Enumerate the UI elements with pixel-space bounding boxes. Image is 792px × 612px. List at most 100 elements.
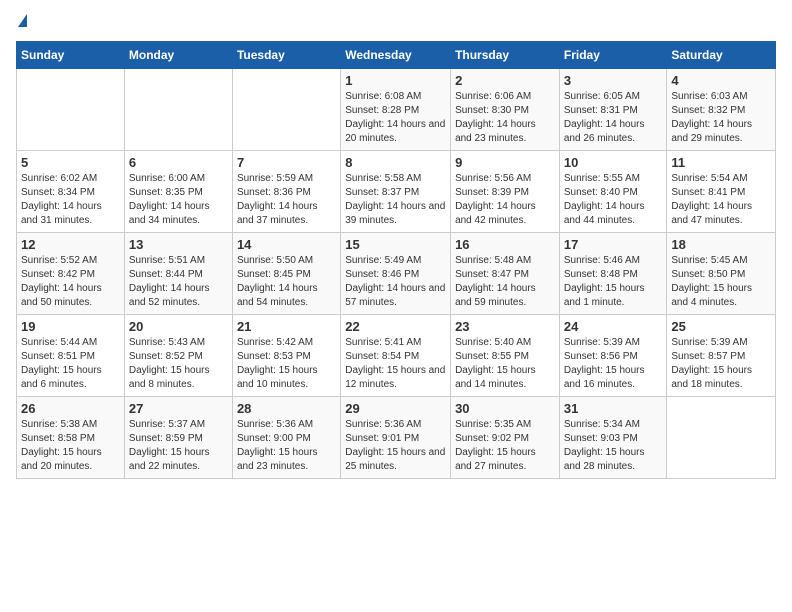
day-number: 26 [21,401,120,416]
calendar-day-cell: 21 Sunrise: 5:42 AM Sunset: 8:53 PM Dayli… [232,315,340,397]
calendar-day-cell: 13 Sunrise: 5:51 AM Sunset: 8:44 PM Dayli… [124,233,232,315]
day-number: 30 [455,401,555,416]
calendar-day-cell [667,397,776,479]
calendar-day-cell [17,69,125,151]
calendar-day-cell: 31 Sunrise: 5:34 AM Sunset: 9:03 PM Dayli… [559,397,667,479]
calendar-day-cell [124,69,232,151]
calendar-day-cell: 10 Sunrise: 5:55 AM Sunset: 8:40 PM Dayli… [559,151,667,233]
calendar-day-cell: 11 Sunrise: 5:54 AM Sunset: 8:41 PM Dayli… [667,151,776,233]
day-info: Sunrise: 6:06 AM Sunset: 8:30 PM Dayligh… [455,90,555,146]
day-number: 8 [345,155,446,170]
calendar-day-cell: 30Sunrise: 5:35 AM Sunset: 9:02 PM Dayli… [451,397,560,479]
day-info: Sunrise: 5:40 AM Sunset: 8:55 PM Dayligh… [455,336,555,392]
day-number: 21 [237,319,336,334]
calendar-day-cell: 28 Sunrise: 5:36 AM Sunset: 9:00 PM Dayli… [232,397,340,479]
day-info: Sunrise: 5:41 AM Sunset: 8:54 PM Dayligh… [345,336,446,392]
day-info: Sunrise: 5:58 AM Sunset: 8:37 PM Dayligh… [345,172,446,228]
day-number: 6 [129,155,228,170]
weekday-header-thursday: Thursday [451,42,560,69]
calendar-day-cell: 24 Sunrise: 5:39 AM Sunset: 8:56 PM Dayli… [559,315,667,397]
day-info: Sunrise: 5:39 AM Sunset: 8:56 PM Dayligh… [564,336,663,392]
calendar-day-cell: 12 Sunrise: 5:52 AM Sunset: 8:42 PM Dayli… [17,233,125,315]
day-number: 14 [237,237,336,252]
day-info: Sunrise: 5:50 AM Sunset: 8:45 PM Dayligh… [237,254,336,310]
day-number: 12 [21,237,120,252]
day-number: 17 [564,237,663,252]
day-info: Sunrise: 5:51 AM Sunset: 8:44 PM Dayligh… [129,254,228,310]
calendar-week-row: 1 Sunrise: 6:08 AM Sunset: 8:28 PM Daylig… [17,69,776,151]
calendar-day-cell: 14 Sunrise: 5:50 AM Sunset: 8:45 PM Dayli… [232,233,340,315]
weekday-header-wednesday: Wednesday [341,42,451,69]
day-number: 13 [129,237,228,252]
day-info: Sunrise: 6:02 AM Sunset: 8:34 PM Dayligh… [21,172,120,228]
logo [16,16,27,29]
calendar-day-cell: 8 Sunrise: 5:58 AM Sunset: 8:37 PM Daylig… [341,151,451,233]
calendar-day-cell: 6Sunrise: 6:00 AM Sunset: 8:35 PM Daylig… [124,151,232,233]
day-info: Sunrise: 5:45 AM Sunset: 8:50 PM Dayligh… [671,254,771,310]
day-number: 10 [564,155,663,170]
calendar-day-cell: 18 Sunrise: 5:45 AM Sunset: 8:50 PM Dayli… [667,233,776,315]
calendar-week-row: 12 Sunrise: 5:52 AM Sunset: 8:42 PM Dayli… [17,233,776,315]
day-number: 23 [455,319,555,334]
calendar-week-row: 19 Sunrise: 5:44 AM Sunset: 8:51 PM Dayli… [17,315,776,397]
day-number: 20 [129,319,228,334]
day-info: Sunrise: 5:38 AM Sunset: 8:58 PM Dayligh… [21,418,120,474]
day-number: 22 [345,319,446,334]
day-number: 29 [345,401,446,416]
day-info: Sunrise: 5:44 AM Sunset: 8:51 PM Dayligh… [21,336,120,392]
calendar-week-row: 5 Sunrise: 6:02 AM Sunset: 8:34 PM Daylig… [17,151,776,233]
day-number: 9 [455,155,555,170]
day-number: 11 [671,155,771,170]
day-number: 19 [21,319,120,334]
day-info: Sunrise: 5:54 AM Sunset: 8:41 PM Dayligh… [671,172,771,228]
day-number: 24 [564,319,663,334]
day-number: 2 [455,73,555,88]
calendar-body: 1 Sunrise: 6:08 AM Sunset: 8:28 PM Daylig… [17,69,776,479]
calendar-day-cell: 7Sunrise: 5:59 AM Sunset: 8:36 PM Daylig… [232,151,340,233]
weekday-header-row: SundayMondayTuesdayWednesdayThursdayFrid… [17,42,776,69]
day-info: Sunrise: 5:37 AM Sunset: 8:59 PM Dayligh… [129,418,228,474]
calendar-day-cell: 16Sunrise: 5:48 AM Sunset: 8:47 PM Dayli… [451,233,560,315]
day-info: Sunrise: 5:36 AM Sunset: 9:00 PM Dayligh… [237,418,336,474]
day-number: 5 [21,155,120,170]
day-info: Sunrise: 6:05 AM Sunset: 8:31 PM Dayligh… [564,90,663,146]
day-number: 16 [455,237,555,252]
day-info: Sunrise: 6:08 AM Sunset: 8:28 PM Dayligh… [345,90,446,146]
logo-triangle [18,14,27,27]
day-info: Sunrise: 5:39 AM Sunset: 8:57 PM Dayligh… [671,336,771,392]
day-number: 18 [671,237,771,252]
day-info: Sunrise: 5:49 AM Sunset: 8:46 PM Dayligh… [345,254,446,310]
calendar-day-cell: 3 Sunrise: 6:05 AM Sunset: 8:31 PM Daylig… [559,69,667,151]
weekday-header-tuesday: Tuesday [232,42,340,69]
day-info: Sunrise: 5:56 AM Sunset: 8:39 PM Dayligh… [455,172,555,228]
calendar-day-cell: 20Sunrise: 5:43 AM Sunset: 8:52 PM Dayli… [124,315,232,397]
calendar-day-cell: 1 Sunrise: 6:08 AM Sunset: 8:28 PM Daylig… [341,69,451,151]
day-info: Sunrise: 5:42 AM Sunset: 8:53 PM Dayligh… [237,336,336,392]
calendar-day-cell: 9 Sunrise: 5:56 AM Sunset: 8:39 PM Daylig… [451,151,560,233]
calendar-day-cell: 25 Sunrise: 5:39 AM Sunset: 8:57 PM Dayli… [667,315,776,397]
day-number: 28 [237,401,336,416]
calendar-week-row: 26 Sunrise: 5:38 AM Sunset: 8:58 PM Dayli… [17,397,776,479]
weekday-header-saturday: Saturday [667,42,776,69]
weekday-header-sunday: Sunday [17,42,125,69]
day-info: Sunrise: 5:46 AM Sunset: 8:48 PM Dayligh… [564,254,663,310]
calendar-table: SundayMondayTuesdayWednesdayThursdayFrid… [16,41,776,479]
calendar-day-cell: 23 Sunrise: 5:40 AM Sunset: 8:55 PM Dayli… [451,315,560,397]
day-info: Sunrise: 5:59 AM Sunset: 8:36 PM Dayligh… [237,172,336,228]
day-info: Sunrise: 5:34 AM Sunset: 9:03 PM Dayligh… [564,418,663,474]
day-info: Sunrise: 5:55 AM Sunset: 8:40 PM Dayligh… [564,172,663,228]
calendar-day-cell: 4 Sunrise: 6:03 AM Sunset: 8:32 PM Daylig… [667,69,776,151]
calendar-day-cell: 2 Sunrise: 6:06 AM Sunset: 8:30 PM Daylig… [451,69,560,151]
day-info: Sunrise: 5:52 AM Sunset: 8:42 PM Dayligh… [21,254,120,310]
day-info: Sunrise: 5:36 AM Sunset: 9:01 PM Dayligh… [345,418,446,474]
day-number: 3 [564,73,663,88]
weekday-header-monday: Monday [124,42,232,69]
day-number: 31 [564,401,663,416]
day-number: 27 [129,401,228,416]
day-info: Sunrise: 6:03 AM Sunset: 8:32 PM Dayligh… [671,90,771,146]
calendar-day-cell: 17 Sunrise: 5:46 AM Sunset: 8:48 PM Dayli… [559,233,667,315]
day-number: 25 [671,319,771,334]
day-number: 15 [345,237,446,252]
day-number: 4 [671,73,771,88]
day-number: 1 [345,73,446,88]
